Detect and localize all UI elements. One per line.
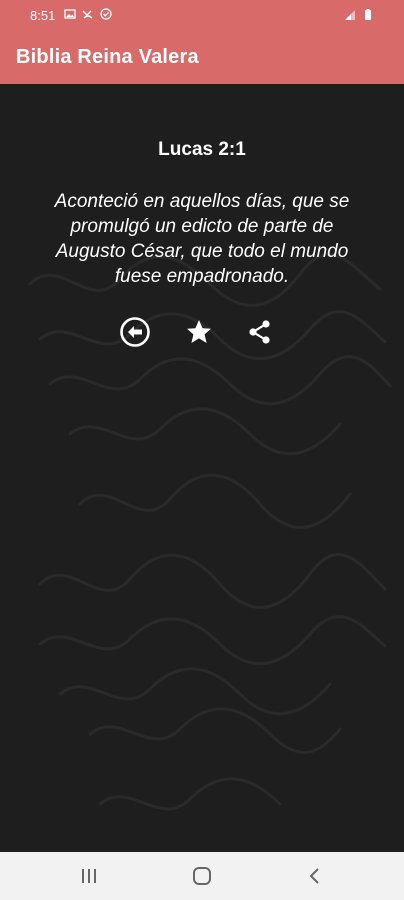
status-icons-left [64,8,112,20]
verse-actions [0,314,404,350]
app-bar: Biblia Reina Valera [0,32,404,84]
vpn-icon [100,8,112,20]
verse-text: Aconteció en aquellos días, que se promu… [54,191,350,287]
favorite-button[interactable] [181,314,217,350]
signal-icon [345,10,355,20]
verse-card: Lucas 2:1 Aconteció en aquellos días, qu… [0,84,404,852]
back-circle-icon [120,317,150,347]
system-nav-bar [0,852,404,900]
missed-call-icon [82,10,93,19]
share-button[interactable] [242,314,278,350]
home-icon [193,867,211,885]
status-icons-right [344,9,374,21]
battery-icon [365,9,371,20]
status-time: 8:51 [30,8,56,23]
verse-reference: Lucas 2:1 [158,139,246,160]
star-icon [187,320,211,343]
back-button[interactable] [302,864,328,888]
back-circle-button[interactable] [117,314,153,350]
home-button[interactable] [189,864,215,888]
app-title: Biblia Reina Valera [16,46,199,68]
recents-button[interactable] [76,864,102,888]
share-icon [249,320,270,344]
back-icon [309,868,319,884]
image-icon [64,9,76,19]
recents-icon [82,869,96,883]
status-bar: 8:51 [0,0,404,32]
